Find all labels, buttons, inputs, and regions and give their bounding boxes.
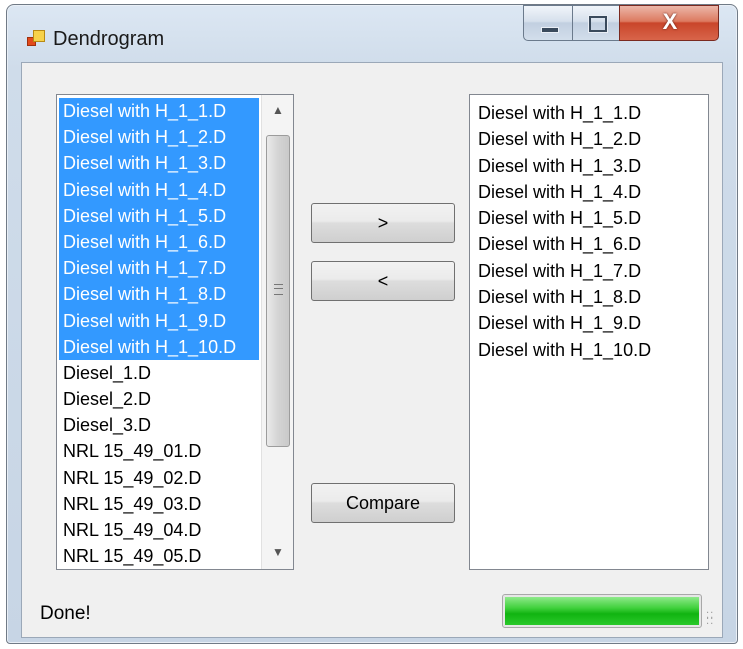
window-title: Dendrogram — [53, 28, 165, 50]
list-item[interactable]: Diesel with H_1_2.D — [476, 126, 701, 152]
maximize-icon — [589, 16, 607, 32]
list-item[interactable]: Diesel with H_1_4.D — [476, 179, 701, 205]
list-item[interactable]: NRL 15_49_05.D — [59, 543, 259, 569]
progress-bar — [502, 594, 702, 628]
minimize-button[interactable] — [523, 5, 573, 41]
list-item[interactable]: Diesel with H_1_8.D — [59, 281, 259, 308]
list-item[interactable]: Diesel with H_1_9.D — [59, 307, 259, 334]
list-item[interactable]: Diesel with H_1_3.D — [59, 150, 259, 177]
list-item[interactable]: Diesel with H_1_7.D — [476, 258, 701, 284]
list-item[interactable]: NRL 15_49_03.D — [59, 491, 259, 517]
list-item[interactable]: NRL 15_49_01.D — [59, 438, 259, 464]
scrollbar-thumb[interactable] — [266, 135, 290, 447]
available-files-items: Diesel with H_1_1.D Diesel with H_1_2.D Di… — [59, 98, 259, 569]
move-right-button[interactable]: > — [311, 203, 455, 243]
title-bar[interactable]: Dendrogram X — [7, 5, 737, 61]
list-item[interactable]: Diesel with H_1_10.D — [59, 333, 259, 360]
selected-files-items: Diesel with H_1_1.D Diesel with H_1_2.D Di… — [476, 100, 701, 363]
available-files-list[interactable]: Diesel with H_1_1.D Diesel with H_1_2.D Di… — [56, 94, 294, 570]
list-item[interactable]: Diesel_1.D — [59, 360, 259, 386]
list-item[interactable]: Diesel with H_1_3.D — [476, 153, 701, 179]
scroll-down-arrow-icon[interactable]: ▼ — [265, 539, 291, 565]
list-scrollbar[interactable]: ▲ ▼ — [261, 95, 293, 569]
list-item[interactable]: Diesel with H_1_4.D — [59, 176, 259, 203]
close-icon: X — [662, 9, 678, 34]
list-item[interactable]: Diesel with H_1_10.D — [476, 337, 701, 363]
resize-grip-icon[interactable]: ⁚⁚ ⁚⁚ — [706, 612, 720, 628]
client-area: Diesel with H_1_1.D Diesel with H_1_2.D Di… — [21, 62, 723, 638]
selected-files-list[interactable]: Diesel with H_1_1.D Diesel with H_1_2.D Di… — [469, 94, 709, 570]
list-item[interactable]: Diesel with H_1_5.D — [59, 202, 259, 229]
close-button[interactable]: X — [619, 5, 719, 41]
app-icon[interactable] — [27, 30, 45, 46]
list-item[interactable]: Diesel_3.D — [59, 412, 259, 438]
list-item[interactable]: Diesel with H_1_6.D — [59, 228, 259, 256]
list-item[interactable]: Diesel with H_1_5.D — [476, 205, 701, 231]
maximize-button[interactable] — [572, 5, 620, 41]
list-item[interactable]: Diesel with H_1_2.D — [59, 124, 259, 151]
compare-button[interactable]: Compare — [311, 483, 455, 523]
list-item[interactable]: Diesel with H_1_6.D — [476, 231, 701, 257]
move-left-button[interactable]: < — [311, 261, 455, 301]
list-item[interactable]: Diesel with H_1_8.D — [476, 284, 701, 310]
list-item[interactable]: Diesel with H_1_1.D — [59, 98, 259, 125]
minimize-icon — [541, 27, 559, 33]
list-item[interactable]: Diesel_2.D — [59, 386, 259, 412]
list-item[interactable]: NRL 15_49_04.D — [59, 517, 259, 543]
scrollbar-grip-icon — [274, 284, 283, 295]
progress-fill — [505, 597, 699, 625]
app-window: Dendrogram X Diesel with H_1_1.D Diesel w… — [6, 4, 738, 644]
status-text: Done! — [40, 603, 91, 624]
list-item[interactable]: Diesel with H_1_1.D — [476, 100, 701, 126]
scroll-up-arrow-icon[interactable]: ▲ — [265, 97, 291, 123]
list-item[interactable]: Diesel with H_1_7.D — [59, 255, 259, 282]
list-item[interactable]: NRL 15_49_02.D — [59, 465, 259, 491]
list-item[interactable]: Diesel with H_1_9.D — [476, 310, 701, 336]
